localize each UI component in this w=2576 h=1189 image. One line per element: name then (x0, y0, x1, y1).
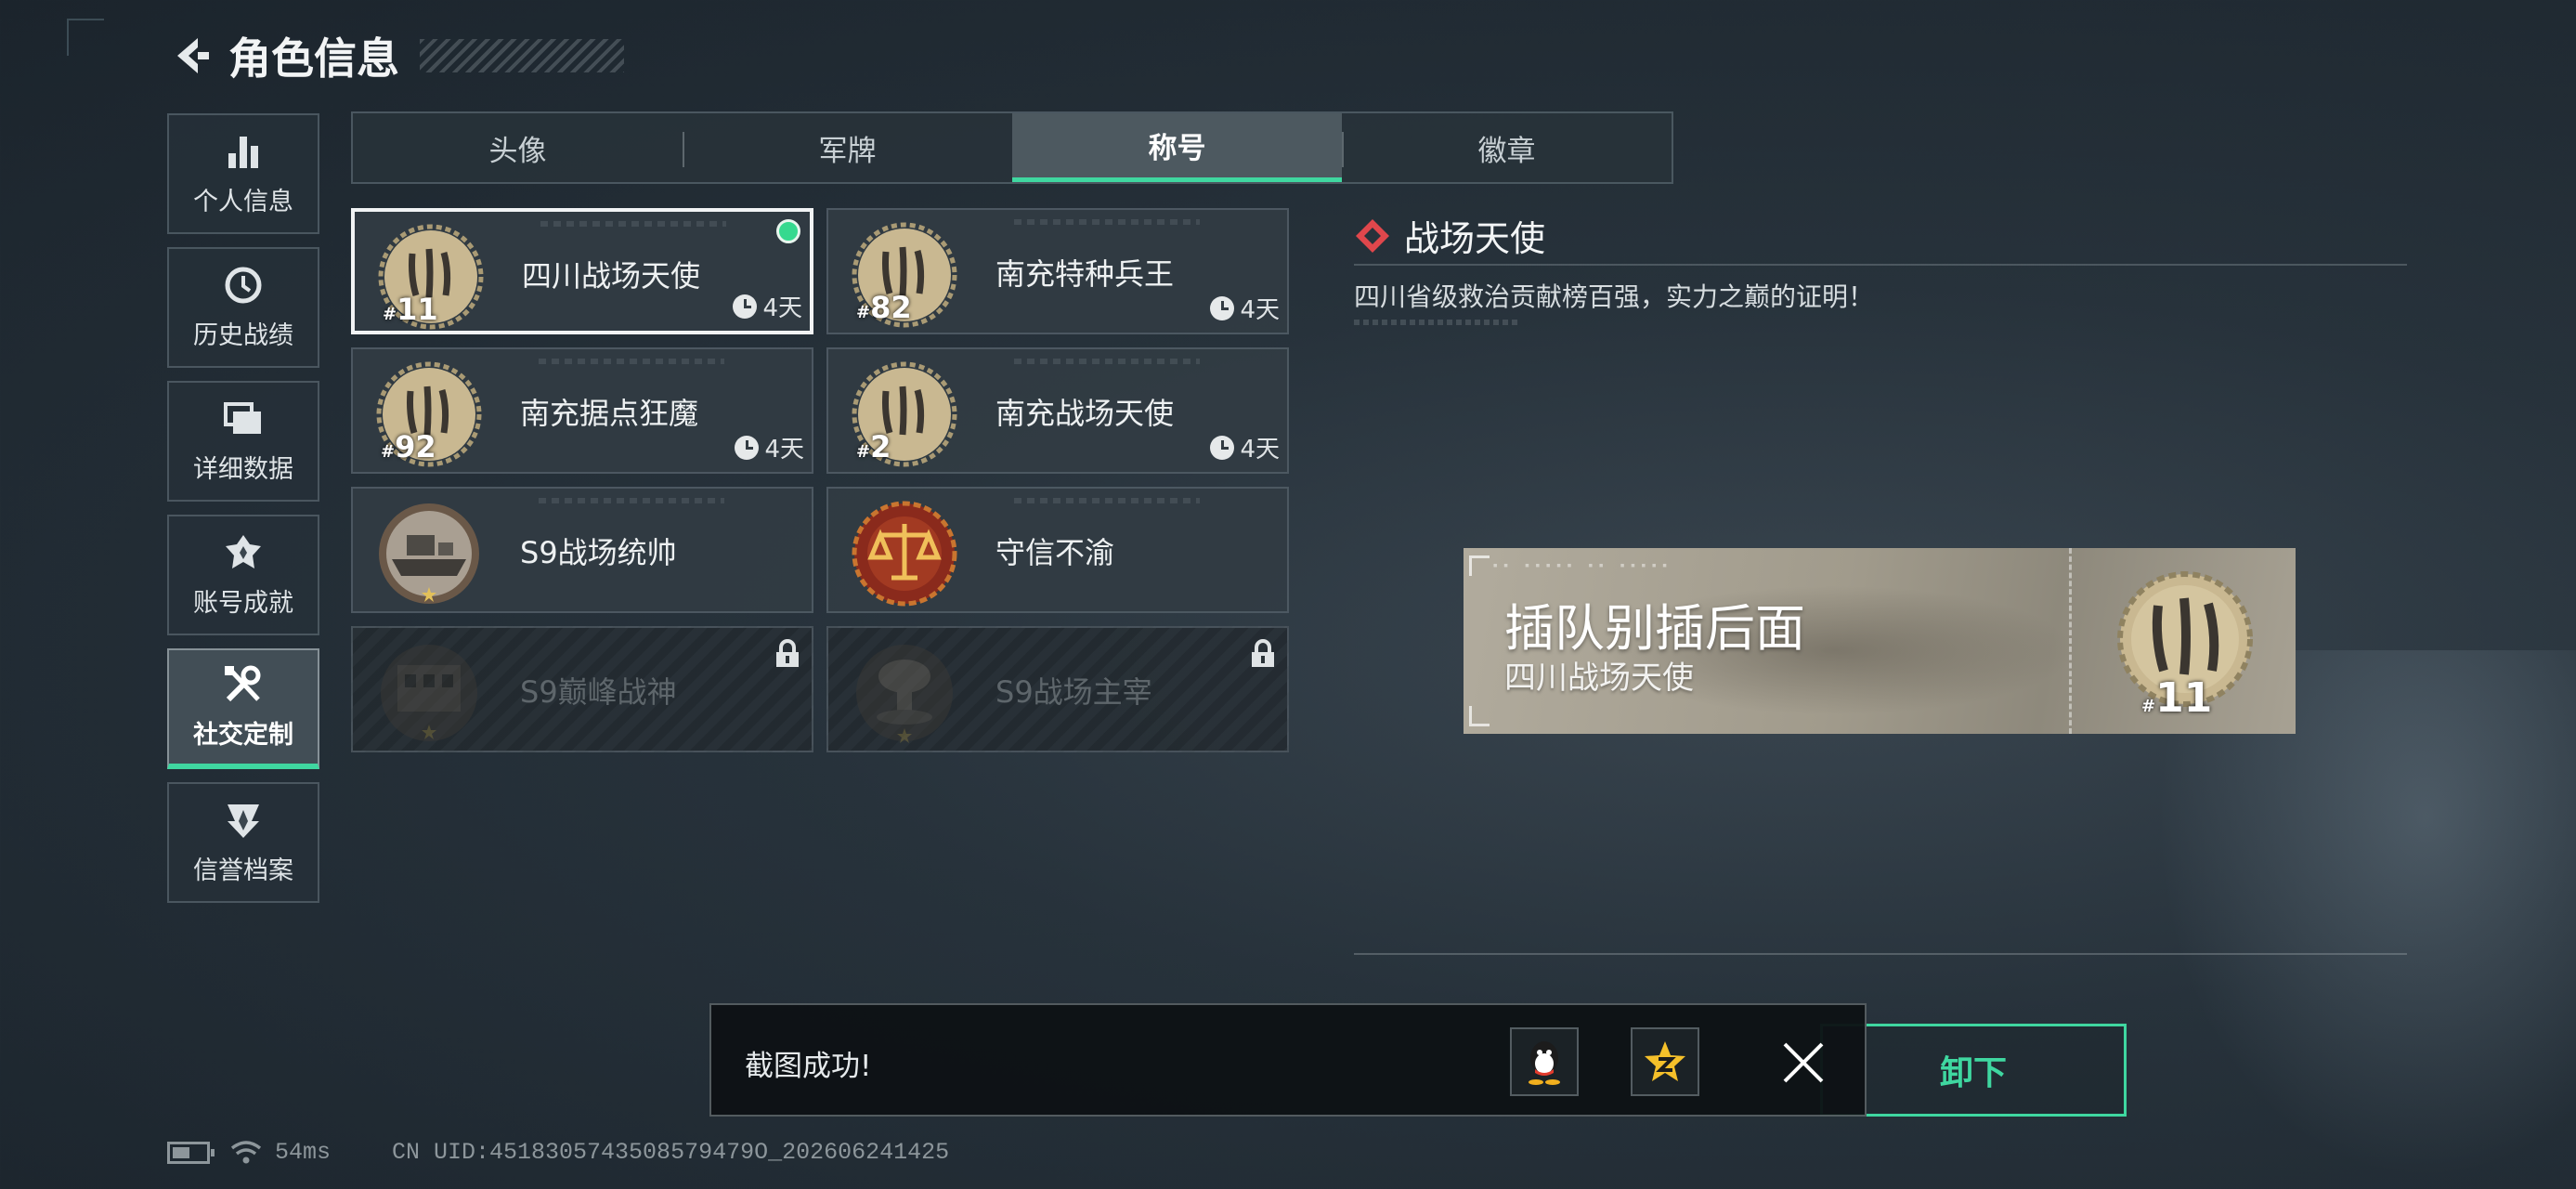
history-icon (223, 265, 264, 306)
rank-number: #82 (856, 290, 912, 325)
sidebar-item-detail-data[interactable]: 详细数据 (167, 381, 319, 502)
battery-icon (167, 1141, 215, 1164)
tab-badge[interactable]: 徽章 (1342, 113, 1672, 182)
title-preview-card: ▪▪ ▪▪▪▪▪ ▪▪ ▪▪▪▪▪ 插队别插后面 四川战场天使 #11 (1464, 548, 2296, 734)
title-duration: 4天 (735, 430, 804, 464)
sidebar-item-label: 历史战绩 (193, 320, 293, 350)
battleship-medal-icon (379, 503, 479, 604)
detail-decoration (1354, 320, 1521, 325)
sidebar-item-label: 个人信息 (193, 187, 293, 216)
card-decoration (539, 498, 724, 503)
title-decoration (420, 39, 624, 72)
sidebar-item-social-customization[interactable]: 社交定制 (167, 648, 319, 769)
sidebar-item-personal-info[interactable]: 个人信息 (167, 113, 319, 234)
sidebar-item-label: 社交定制 (193, 720, 293, 750)
rank-number: #11 (383, 292, 438, 327)
divider (1354, 953, 2407, 955)
title-duration: 4天 (1210, 430, 1280, 464)
detail-header: 战场天使 (1354, 210, 1545, 261)
title-duration: 4天 (733, 289, 802, 323)
title-card[interactable]: #92 南充据点狂魔 4天 (351, 347, 813, 474)
title-card[interactable]: S9战场统帅 (351, 487, 813, 613)
tab-title[interactable]: 称号 (1012, 113, 1342, 182)
title-card[interactable]: S9战场主宰 (826, 626, 1289, 752)
title-name: 守信不渝 (995, 535, 1115, 570)
toast-message: 截图成功! (745, 1050, 872, 1083)
sidebar: 个人信息 历史战绩 详细数据 账号成就 社交定制 信誉档案 (167, 113, 319, 916)
card-decoration (1014, 359, 1200, 364)
mushroom-cloud-medal-icon (856, 645, 953, 743)
sidebar-item-label: 详细数据 (193, 454, 293, 484)
sidebar-item-history[interactable]: 历史战绩 (167, 247, 319, 368)
title-card[interactable]: 守信不渝 (826, 487, 1289, 613)
rank-number: #92 (381, 429, 436, 464)
title-card[interactable]: #11 四川战场天使 4天 (351, 208, 813, 334)
network-latency: 54ms (275, 1139, 332, 1166)
page-title: 角色信息 (228, 33, 399, 84)
qzone-icon (1645, 1041, 1685, 1081)
back-button[interactable] (167, 32, 215, 80)
status-bar: 54ms CN UID:4518305743508579479O_2026062… (167, 1139, 949, 1166)
clock-icon (1210, 435, 1235, 460)
card-decoration (540, 221, 726, 227)
screenshot-toast: 截图成功! (709, 1003, 1867, 1117)
user-uid: CN UID:4518305743508579479O_202606241425 (392, 1139, 950, 1166)
title-name: S9巅峰战神 (520, 674, 677, 710)
sidebar-item-label: 信誉档案 (193, 856, 293, 885)
tab-avatar[interactable]: 头像 (353, 113, 683, 182)
share-qzone-button[interactable] (1631, 1027, 1699, 1096)
clock-icon (1210, 295, 1235, 320)
folder-icon (223, 399, 264, 439)
sidebar-item-label: 账号成就 (193, 588, 293, 618)
preview-decoration: ▪▪ ▪▪▪▪▪ ▪▪ ▪▪▪▪▪ (1491, 559, 1672, 574)
close-icon[interactable] (1779, 1039, 1828, 1087)
achievement-icon (223, 532, 264, 573)
clock-icon (733, 294, 758, 319)
detail-title: 战场天使 (1404, 218, 1546, 259)
page-header: 角色信息 (167, 26, 624, 85)
preview-title-name: 四川战场天使 (1504, 660, 1694, 697)
title-card[interactable]: #82 南充特种兵王 4天 (826, 208, 1289, 334)
share-qq-button[interactable] (1510, 1027, 1579, 1096)
detail-description: 四川省级救治贡献榜百强，实力之巅的证明！ (1354, 281, 1875, 312)
clock-icon (735, 435, 760, 460)
preview-rank-number: #11 (2141, 674, 2213, 722)
preview-corner (1469, 555, 1490, 576)
preview-divider (2069, 548, 2072, 734)
title-name: 四川战场天使 (522, 258, 701, 294)
diamond-icon (1356, 218, 1389, 253)
credit-badge-icon (223, 800, 264, 841)
building-medal-icon (381, 645, 477, 741)
title-name: 南充战场天使 (995, 396, 1175, 431)
preview-corner (1469, 706, 1490, 726)
tools-icon (223, 664, 264, 705)
wifi-icon (230, 1140, 262, 1163)
title-card[interactable]: S9巅峰战神 (351, 626, 813, 752)
title-name: S9战场统帅 (520, 535, 677, 570)
back-arrow-icon (177, 38, 209, 73)
card-decoration (1014, 498, 1200, 503)
tab-dog-tag[interactable]: 军牌 (683, 113, 1012, 182)
title-name: 南充特种兵王 (995, 256, 1175, 292)
title-name: 南充据点狂魔 (520, 396, 699, 431)
lock-icon (1252, 639, 1274, 667)
lock-icon (776, 639, 799, 667)
qq-icon (1529, 1041, 1560, 1085)
corner-decoration (67, 19, 104, 56)
divider (1354, 264, 2407, 266)
bar-chart-icon (223, 131, 264, 172)
justice-scale-medal-icon (852, 501, 957, 607)
title-card[interactable]: #2 南充战场天使 4天 (826, 347, 1289, 474)
equipped-indicator (776, 219, 800, 243)
title-name: S9战场主宰 (995, 674, 1152, 710)
preview-player-name: 插队别插后面 (1504, 599, 1805, 658)
card-decoration (539, 359, 724, 364)
title-duration: 4天 (1210, 291, 1280, 325)
card-decoration (1014, 219, 1200, 225)
category-tabs: 头像 军牌 称号 徽章 (351, 111, 1673, 184)
sidebar-item-credit-file[interactable]: 信誉档案 (167, 782, 319, 903)
sidebar-item-achievements[interactable]: 账号成就 (167, 515, 319, 635)
rank-number: #2 (856, 429, 891, 464)
